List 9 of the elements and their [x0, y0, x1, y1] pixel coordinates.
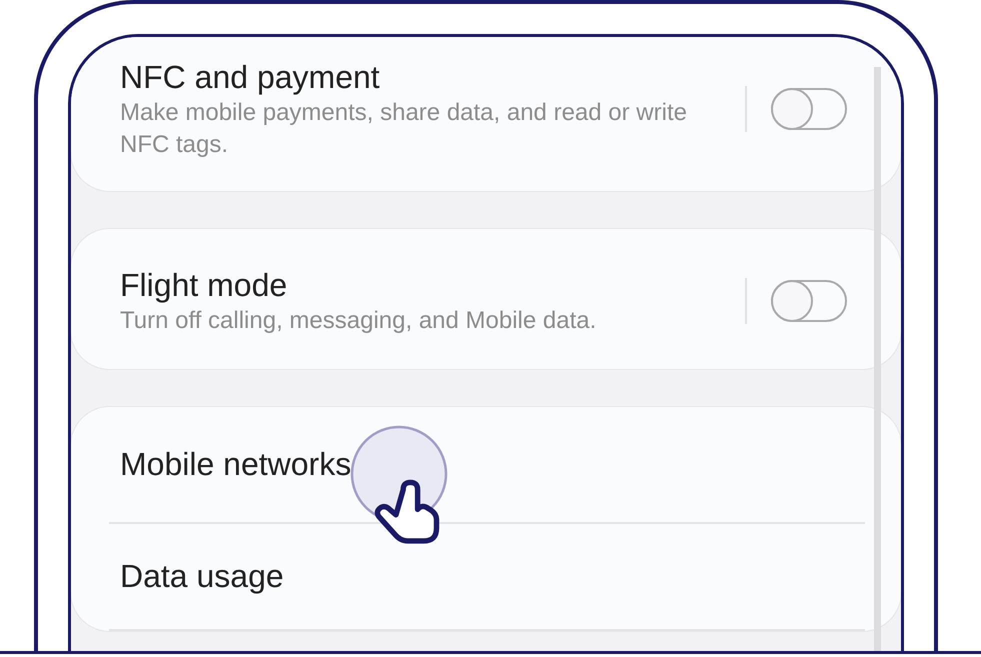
- setting-title[interactable]: Mobile networks: [120, 446, 352, 483]
- toggle-switch[interactable]: [771, 280, 847, 322]
- setting-title[interactable]: NFC and payment: [120, 57, 745, 97]
- setting-title[interactable]: Data usage: [120, 558, 284, 595]
- setting-description: Make mobile payments, share data, and read or write NFC tags.: [120, 98, 688, 160]
- setting-title[interactable]: Flight mode: [120, 265, 745, 305]
- toggle-switch[interactable]: [771, 88, 847, 130]
- setting-description: Turn off calling, messaging, and Mobile data.: [120, 306, 598, 336]
- hand-pointer-icon: [374, 480, 440, 544]
